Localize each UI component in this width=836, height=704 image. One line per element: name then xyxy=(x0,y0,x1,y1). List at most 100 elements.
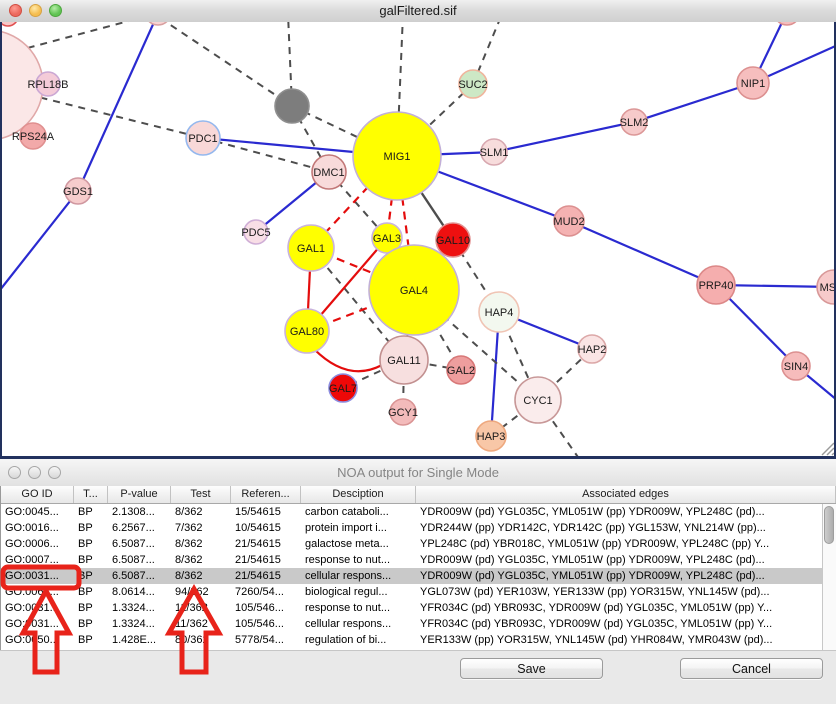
network-node-label: HAP2 xyxy=(578,344,607,356)
column-header-2[interactable]: T... xyxy=(74,486,108,503)
table-cell: YDR009W (pd) YGL035C, YML051W (pp) YDR00… xyxy=(416,504,823,520)
network-node-label: SIN4 xyxy=(784,361,808,373)
table-row[interactable]: GO:0006...BP6.5087...8/36221/54615galact… xyxy=(1,536,823,552)
network-titlebar[interactable]: galFiltered.sif xyxy=(0,0,836,23)
table-cell: biological regul... xyxy=(301,584,416,600)
network-node-label: GAL1 xyxy=(297,243,325,255)
table-cell: 8/362 xyxy=(171,536,231,552)
vertical-scrollbar[interactable] xyxy=(822,504,836,650)
save-button[interactable]: Save xyxy=(460,658,603,679)
table-cell: GO:0045... xyxy=(1,504,74,520)
network-node-label: CYC1 xyxy=(523,395,552,407)
network-canvas[interactable]: RPL18BRPS24AGDS1PDC1DMC1MIG1SUC2SLM1SLM2… xyxy=(0,22,836,456)
column-header-1[interactable]: GO ID xyxy=(1,486,74,503)
table-cell: response to nut... xyxy=(301,552,416,568)
table-cell: carbon cataboli... xyxy=(301,504,416,520)
column-header-6[interactable]: Desciption xyxy=(301,486,416,503)
table-cell: 6.5087... xyxy=(108,568,171,584)
table-cell: 8/362 xyxy=(171,552,231,568)
network-node-label: HAP4 xyxy=(485,307,514,319)
table-cell: 21/54615 xyxy=(231,568,301,584)
table-cell: 8/362 xyxy=(171,504,231,520)
network-window-title: galFiltered.sif xyxy=(0,3,836,18)
network-node-label: GAL10 xyxy=(436,235,470,247)
table-row[interactable]: GO:0045...BP2.1308...8/36215/54615carbon… xyxy=(1,504,823,520)
network-node-unlabeled[interactable] xyxy=(774,22,800,25)
table-cell: 94/362 xyxy=(171,584,231,600)
table-cell: BP xyxy=(74,552,108,568)
table-cell: regulation of bi... xyxy=(301,632,416,648)
column-header-7[interactable]: Associated edges xyxy=(416,486,836,503)
table-cell: cellular respons... xyxy=(301,568,416,584)
table-cell: 105/546... xyxy=(231,600,301,616)
network-node-label: GAL7 xyxy=(329,383,357,395)
table-cell: 6.5087... xyxy=(108,552,171,568)
network-node-unlabeled[interactable] xyxy=(145,22,171,25)
table-cell: BP xyxy=(74,568,108,584)
table-cell: YFR034C (pd) YBR093C, YDR009W (pd) YGL03… xyxy=(416,616,823,632)
network-edge-red[interactable] xyxy=(314,349,382,371)
table-cell: YDR244W (pp) YDR142C, YDR142C (pp) YGL15… xyxy=(416,520,823,536)
table-cell: 8/362 xyxy=(171,568,231,584)
network-edge-blue[interactable] xyxy=(634,83,753,122)
table-row[interactable]: GO:0031...BP1.3324...11/362105/546...cel… xyxy=(1,616,823,632)
table-cell: 11/362 xyxy=(171,600,231,616)
network-node-label: SLM1 xyxy=(480,147,509,159)
network-node-label: GAL3 xyxy=(373,233,401,245)
network-edge-blue[interactable] xyxy=(2,191,78,290)
scrollbar-thumb[interactable] xyxy=(824,506,834,544)
table-cell: 6.5087... xyxy=(108,536,171,552)
table-cell: YFR034C (pd) YBR093C, YDR009W (pd) YGL03… xyxy=(416,600,823,616)
table-header: GO IDT...P-valueTestReferen...Desciption… xyxy=(1,486,836,504)
network-edge-blue[interactable] xyxy=(78,22,155,191)
table-cell: GO:0007... xyxy=(1,552,74,568)
table-cell: BP xyxy=(74,520,108,536)
network-node-label: SUC2 xyxy=(458,79,487,91)
table-cell: 11/362 xyxy=(171,616,231,632)
network-node-label: GAL11 xyxy=(387,355,420,367)
network-node-label: PDC1 xyxy=(188,133,217,145)
table-cell: BP xyxy=(74,600,108,616)
network-edge-blue[interactable] xyxy=(494,122,634,152)
table-cell: 15/54615 xyxy=(231,504,301,520)
network-edge-blue[interactable] xyxy=(569,221,716,285)
network-node-unlabeled[interactable] xyxy=(2,22,18,26)
network-node-label: MUD2 xyxy=(553,216,584,228)
table-row[interactable]: GO:0031...BP1.3324...11/362105/546...res… xyxy=(1,600,823,616)
table-cell: GO:0031... xyxy=(1,600,74,616)
table-row[interactable]: GO:0007...BP6.5087...8/36221/54615respon… xyxy=(1,552,823,568)
column-header-4[interactable]: Test xyxy=(171,486,231,503)
table-cell: BP xyxy=(74,584,108,600)
network-node-label: GDS1 xyxy=(63,186,93,198)
network-node-label: PDC5 xyxy=(241,227,270,239)
table-body: GO:0045...BP2.1308...8/36215/54615carbon… xyxy=(1,504,823,650)
table-cell: 2.1308... xyxy=(108,504,171,520)
noa-titlebar[interactable]: NOA output for Single Mode xyxy=(0,459,836,487)
network-node-label: GAL80 xyxy=(290,326,324,338)
resize-grip[interactable] xyxy=(832,453,834,455)
column-header-3[interactable]: P-value xyxy=(108,486,171,503)
table-cell: protein import i... xyxy=(301,520,416,536)
column-header-5[interactable]: Referen... xyxy=(231,486,301,503)
network-svg: RPL18BRPS24AGDS1PDC1DMC1MIG1SUC2SLM1SLM2… xyxy=(2,22,834,456)
network-node-label: RPS24A xyxy=(12,131,55,143)
cancel-button[interactable]: Cancel xyxy=(680,658,823,679)
table-cell: 7/362 xyxy=(171,520,231,536)
network-node-unlabeled[interactable] xyxy=(275,89,309,123)
table-row-selected[interactable]: GO:0031...BP6.5087...8/36221/54615cellul… xyxy=(1,568,823,584)
table-cell: GO:0006... xyxy=(1,536,74,552)
table-cell: BP xyxy=(74,536,108,552)
table-cell: 8.0614... xyxy=(108,584,171,600)
table-cell: 10/54615 xyxy=(231,520,301,536)
network-node-label: GAL2 xyxy=(447,365,475,377)
table-cell: BP xyxy=(74,504,108,520)
table-row[interactable]: GO:0016...BP6.2567...7/36210/54615protei… xyxy=(1,520,823,536)
table-cell: YDR009W (pd) YGL035C, YML051W (pp) YDR00… xyxy=(416,568,823,584)
table-row[interactable]: GO:0065...BP8.0614...94/3627260/54...bio… xyxy=(1,584,823,600)
table-cell: response to nut... xyxy=(301,600,416,616)
network-edge-dash[interactable] xyxy=(160,22,292,106)
table-cell: GO:0031... xyxy=(1,568,74,584)
table-cell: 21/54615 xyxy=(231,552,301,568)
network-node-label: NIP1 xyxy=(741,78,765,90)
table-row[interactable]: GO:0050...BP1.428E...80/3625778/54...reg… xyxy=(1,632,823,648)
